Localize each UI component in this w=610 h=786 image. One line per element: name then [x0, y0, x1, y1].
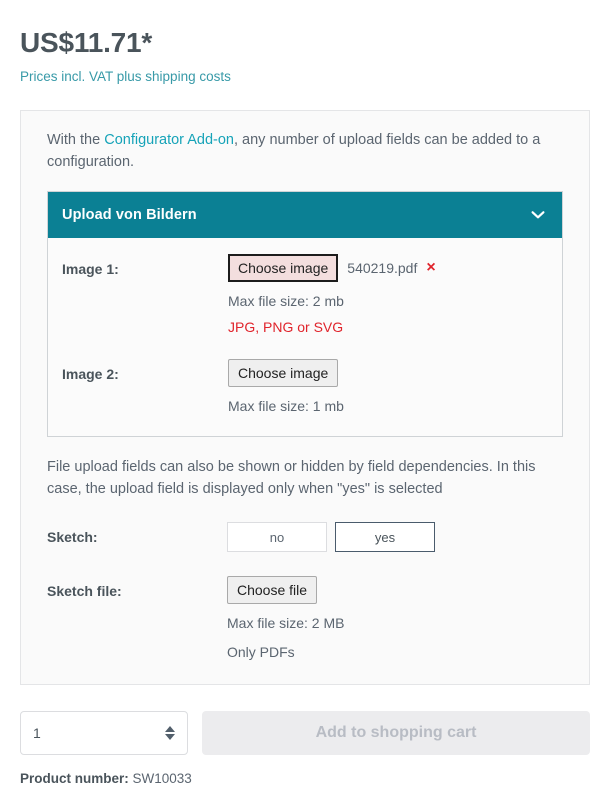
add-to-cart-button[interactable]: Add to shopping cart: [202, 711, 590, 755]
choose-image-button-1[interactable]: Choose image: [228, 254, 339, 282]
sketch-file-control-line: Choose file: [227, 576, 563, 604]
upload-card-title: Upload von Bildern: [62, 207, 197, 223]
uploaded-file-name: 540219.pdf: [347, 260, 418, 276]
choose-image-button-2[interactable]: Choose image: [228, 359, 339, 387]
upload-field-control: Choose image 540219.pdf × Max file size:…: [228, 254, 548, 337]
upload-control-line: Choose image: [228, 359, 548, 387]
file-format-hint: JPG, PNG or SVG: [228, 319, 344, 335]
configurator-panel: With the Configurator Add-on, any number…: [20, 110, 590, 685]
upload-card: Upload von Bildern Image 1: Choose image…: [47, 191, 563, 437]
price-note: Prices incl. VAT plus shipping costs: [20, 69, 231, 84]
upload-field-row: Image 2: Choose image Max file size: 1 m…: [62, 359, 548, 416]
quantity-select[interactable]: 1: [20, 711, 188, 755]
chevron-down-icon[interactable]: [530, 207, 546, 223]
product-price: US$11.71*: [20, 27, 153, 58]
upload-control-line: Choose image 540219.pdf ×: [228, 254, 548, 282]
configurator-addon-link[interactable]: Configurator Add-on: [104, 132, 234, 148]
sketch-file-format-hint: Only PDFs: [227, 644, 295, 660]
upload-field-label: Image 1:: [62, 261, 119, 277]
product-detail-page: US$11.71* Prices incl. VAT plus shipping…: [0, 0, 610, 786]
upload-card-header[interactable]: Upload von Bildern: [48, 192, 562, 238]
sketch-file-control: Choose file Max file size: 2 MB Only PDF…: [227, 576, 563, 662]
panel-intro-before: With the: [47, 132, 105, 148]
sketch-option-no[interactable]: no: [227, 522, 327, 552]
max-file-size-hint: Max file size: 1 mb: [228, 398, 344, 414]
product-number-value: SW10033: [132, 771, 192, 786]
upload-field-row: Image 1: Choose image 540219.pdf × Max f…: [62, 254, 548, 337]
quantity-value: 1: [33, 725, 41, 741]
updown-arrows-icon[interactable]: [165, 726, 175, 740]
product-number: Product number: SW10033: [20, 755, 590, 786]
sketch-file-label: Sketch file:: [47, 583, 122, 599]
remove-file-icon[interactable]: ×: [426, 260, 435, 276]
product-number-label: Product number:: [20, 771, 129, 786]
upload-field-label: Image 2:: [62, 366, 119, 382]
sketch-option-yes[interactable]: yes: [335, 522, 435, 552]
buy-row: 1 Add to shopping cart: [20, 711, 590, 755]
sketch-max-file-size-hint: Max file size: 2 MB: [227, 615, 345, 631]
panel-intro-text: With the Configurator Add-on, any number…: [47, 129, 563, 173]
sketch-choice-group: no yes: [227, 522, 435, 552]
dependency-description: File upload fields can also be shown or …: [47, 459, 536, 497]
choose-file-button[interactable]: Choose file: [227, 576, 318, 604]
max-file-size-hint: Max file size: 2 mb: [228, 293, 344, 309]
sketch-label: Sketch:: [47, 529, 98, 545]
sketch-file-row: Sketch file: Choose file Max file size: …: [47, 576, 563, 662]
upload-field-control: Choose image Max file size: 1 mb: [228, 359, 548, 416]
upload-card-body: Image 1: Choose image 540219.pdf × Max f…: [48, 238, 562, 436]
sketch-field-row: Sketch: no yes: [47, 522, 563, 552]
